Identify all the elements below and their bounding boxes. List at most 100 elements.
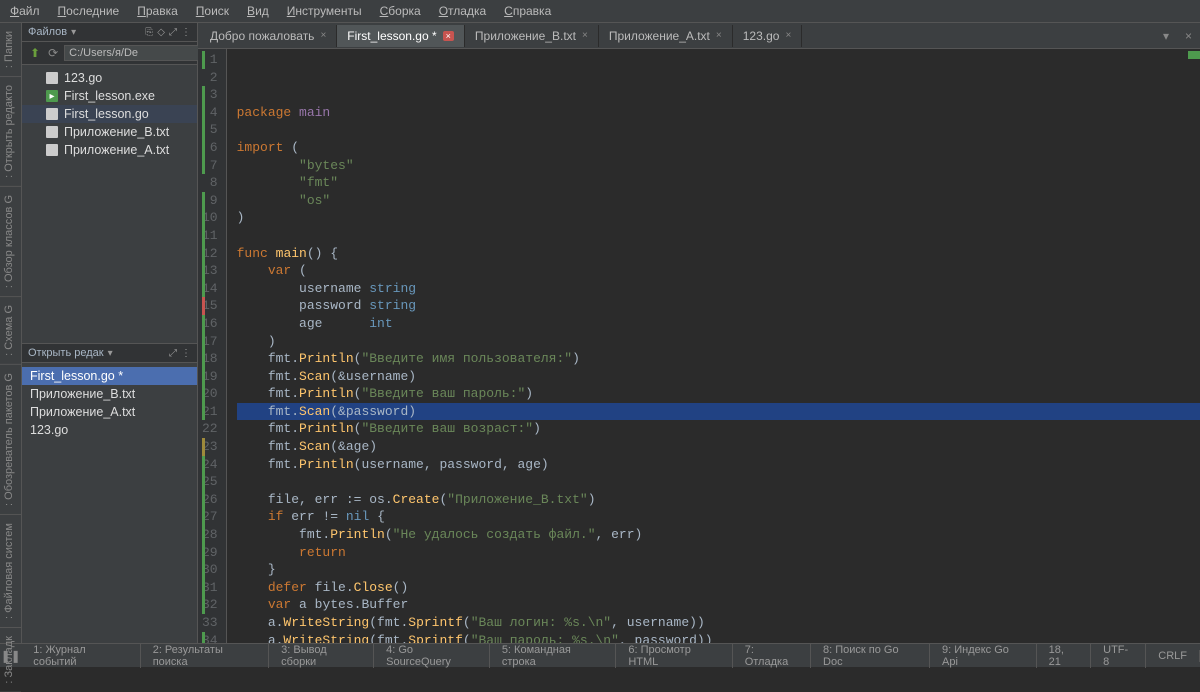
editor-tab[interactable]: Приложение_A.txt× [599,25,733,47]
close-icon[interactable]: × [443,31,454,41]
chevron-down-icon[interactable]: ▾ [1155,29,1177,43]
code-line[interactable]: return [237,544,1200,562]
open-file-item[interactable]: Приложение_B.txt [22,385,197,403]
editor-tab[interactable]: 123.go× [733,25,803,47]
code-line[interactable] [237,473,1200,491]
code-line[interactable]: "os" [237,192,1200,210]
code-line[interactable]: "bytes" [237,157,1200,175]
file-item[interactable]: Приложение_B.txt [22,123,197,141]
line-number: 11 [202,227,218,245]
status-panel-tab[interactable]: 1: Журнал событий [21,644,140,668]
line-number: 2 [202,69,218,87]
code-line[interactable]: file, err := os.Create("Приложение_B.txt… [237,491,1200,509]
vertical-tab[interactable]: : Папки [0,23,21,77]
file-name: 123.go [64,71,102,85]
status-panel-tab[interactable]: 6: Просмотр HTML [616,644,732,668]
code-line[interactable]: "fmt" [237,174,1200,192]
code-line[interactable]: age int [237,315,1200,333]
tool-icon[interactable]: ⤢ [169,27,177,38]
code-line[interactable]: func main() { [237,245,1200,263]
line-number: 25 [202,473,218,491]
menu-item[interactable]: Правка [137,4,178,18]
chevron-down-icon[interactable]: ▾ [71,27,76,38]
code-line[interactable] [237,227,1200,245]
status-panel-tab[interactable]: 7: Отладка [733,644,811,668]
menu-item[interactable]: Вид [247,4,269,18]
tool-icon[interactable]: ◇ [157,27,165,38]
more-icon[interactable]: ⋮ [181,348,191,359]
refresh-icon[interactable]: ⟳ [46,46,60,60]
code-line[interactable]: ) [237,209,1200,227]
menu-item[interactable]: Сборка [380,4,421,18]
code-line[interactable]: ) [237,333,1200,351]
code-line[interactable]: var ( [237,262,1200,280]
code-line[interactable] [237,121,1200,139]
menu-item[interactable]: Отладка [439,4,486,18]
status-panel-tab[interactable]: 2: Результаты поиска [141,644,269,668]
close-icon[interactable]: × [716,30,722,41]
txt-file-icon [46,144,58,156]
code-line[interactable]: if err != nil { [237,508,1200,526]
file-item[interactable]: Приложение_A.txt [22,141,197,159]
more-icon[interactable]: ⋮ [181,27,191,38]
vertical-tab[interactable]: : Схема G [0,297,21,365]
code-line[interactable]: fmt.Println("Введите ваш возраст:") [237,420,1200,438]
code-line[interactable]: package main [237,104,1200,122]
close-icon[interactable]: × [1177,29,1200,43]
status-panel-tab[interactable]: 5: Командная строка [490,644,617,668]
menu-item[interactable]: Поиск [196,4,229,18]
close-icon[interactable]: × [785,30,791,41]
status-panel-tab[interactable]: 9: Индекс Go Api [930,644,1037,668]
tool-icon[interactable]: ⤢ [169,348,177,359]
up-icon[interactable]: ⬆ [28,46,42,60]
vertical-tab[interactable]: : Файловая систем [0,515,21,628]
close-icon[interactable]: × [320,30,326,41]
code-line[interactable]: fmt.Println(username, password, age) [237,456,1200,474]
menu-item[interactable]: Справка [504,4,551,18]
status-encoding[interactable]: UTF-8 [1091,644,1146,668]
close-icon[interactable]: × [582,30,588,41]
status-eol[interactable]: CRLF [1146,650,1200,662]
editor-tab[interactable]: Добро пожаловать× [200,25,337,47]
status-panel-tab[interactable]: 8: Поиск по Go Doc [811,644,930,668]
code-line[interactable]: } [237,561,1200,579]
vertical-tab[interactable]: : Обзор классов G [0,187,21,297]
code-line[interactable]: fmt.Scan(&password) [237,403,1200,421]
vertical-tab[interactable]: : Закладк [0,628,21,692]
line-number: 3 [202,86,218,104]
tab-bar: Добро пожаловать×First_lesson.go *×Прило… [198,23,1200,49]
file-item[interactable]: 123.go [22,69,197,87]
menu-item[interactable]: Файл [10,4,40,18]
editor-tab[interactable]: Приложение_B.txt× [465,25,599,47]
menu-item[interactable]: Последние [58,4,120,18]
code-line[interactable]: fmt.Println("Введите имя пользователя:") [237,350,1200,368]
code-line[interactable]: defer file.Close() [237,579,1200,597]
code-line[interactable]: fmt.Println("Не удалось создать файл.", … [237,526,1200,544]
code-line[interactable]: a.WriteString(fmt.Sprintf("Ваш логин: %s… [237,614,1200,632]
code-line[interactable]: a.WriteString(fmt.Sprintf("Ваш пароль: %… [237,632,1200,643]
code-line[interactable]: import ( [237,139,1200,157]
open-file-item[interactable]: 123.go [22,421,197,439]
code-line[interactable]: var a bytes.Buffer [237,596,1200,614]
open-file-item[interactable]: First_lesson.go * [22,367,197,385]
editor-tab[interactable]: First_lesson.go *× [337,25,465,47]
code-line[interactable]: username string [237,280,1200,298]
code-line[interactable]: fmt.Scan(&username) [237,368,1200,386]
open-file-item[interactable]: Приложение_A.txt [22,403,197,421]
change-bar-icon [202,121,205,139]
menu-item[interactable]: Инструменты [287,4,362,18]
status-panel-tab[interactable]: 4: Go SourceQuery [374,644,490,668]
status-panel-tab[interactable]: 3: Вывод сборки [269,644,374,668]
tool-icon[interactable]: ⎘ [145,27,153,38]
code-area[interactable]: 1234567891011121314151617181920212223242… [198,49,1200,643]
file-item[interactable]: First_lesson.go [22,105,197,123]
chevron-down-icon[interactable]: ▾ [108,348,113,359]
vertical-tab[interactable]: : Обозреватель пакетов G [0,365,21,515]
code-body[interactable]: package main import ( "bytes" "fmt" "os")… [227,49,1200,643]
vertical-tab[interactable]: : Открыть редакто [0,77,21,187]
code-line[interactable]: fmt.Println("Введите ваш пароль:") [237,385,1200,403]
code-line[interactable]: fmt.Scan(&age) [237,438,1200,456]
code-line[interactable]: password string [237,297,1200,315]
file-item[interactable]: ▸First_lesson.exe [22,87,197,105]
path-input[interactable] [64,45,216,61]
